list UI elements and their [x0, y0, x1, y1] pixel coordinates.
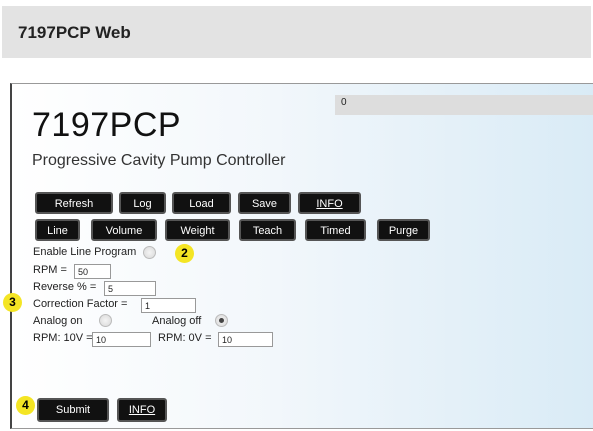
rpm-input[interactable]	[74, 264, 111, 279]
callout-badge: 4	[16, 396, 35, 415]
tab-teach[interactable]: Teach	[239, 219, 296, 241]
rpm-0v-label: RPM: 0V =	[158, 332, 212, 344]
refresh-button[interactable]: Refresh	[35, 192, 113, 214]
app-title: 7197PCP	[32, 106, 182, 144]
header-bar: 7197PCP Web	[2, 6, 591, 58]
tab-timed[interactable]: Timed	[305, 219, 366, 241]
save-button[interactable]: Save	[238, 192, 291, 214]
reverse-label: Reverse % =	[33, 281, 97, 293]
analog-off-radio[interactable]	[215, 314, 228, 327]
rpm-10v-input[interactable]	[92, 332, 151, 347]
controller-panel: 0 7197PCP Progressive Cavity Pump Contro…	[10, 83, 593, 429]
load-button[interactable]: Load	[172, 192, 231, 214]
progress-value: 0	[341, 97, 347, 108]
rpm-0v-input[interactable]	[218, 332, 273, 347]
header-title: 7197PCP Web	[18, 23, 131, 42]
analog-off-label: Analog off	[152, 315, 202, 327]
rpm-10v-label: RPM: 10V =	[33, 332, 93, 344]
callout-badge: 2	[175, 244, 194, 263]
footer-info-button[interactable]: INFO	[117, 398, 167, 422]
rpm-label: RPM =	[33, 264, 67, 276]
tab-line[interactable]: Line	[35, 219, 80, 241]
enable-line-program-radio[interactable]	[143, 246, 156, 259]
analog-on-label: Analog on	[33, 315, 83, 327]
app-subtitle: Progressive Cavity Pump Controller	[32, 152, 286, 169]
tab-purge[interactable]: Purge	[377, 219, 430, 241]
info-button[interactable]: INFO	[298, 192, 361, 214]
callout-badge: 3	[3, 293, 22, 312]
analog-on-radio[interactable]	[99, 314, 112, 327]
progress-bar	[335, 95, 593, 115]
log-button[interactable]: Log	[119, 192, 166, 214]
reverse-input[interactable]	[104, 281, 156, 296]
tab-volume[interactable]: Volume	[91, 219, 157, 241]
correction-factor-label: Correction Factor =	[33, 298, 128, 310]
tab-weight[interactable]: Weight	[165, 219, 230, 241]
correction-factor-input[interactable]	[141, 298, 196, 313]
submit-button[interactable]: Submit	[37, 398, 109, 422]
enable-line-program-label: Enable Line Program	[33, 246, 137, 258]
